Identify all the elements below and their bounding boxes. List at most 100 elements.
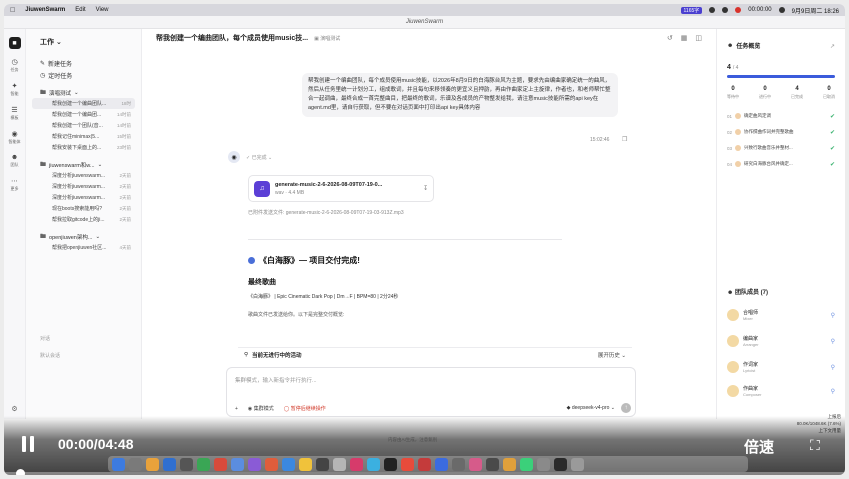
task-item[interactable]: 01 确定曲风定调 ✔ xyxy=(727,108,835,124)
apple-icon[interactable]:  xyxy=(10,7,15,14)
rail-label: 智能 xyxy=(10,91,19,96)
menubar-edit[interactable]: Edit xyxy=(75,7,85,13)
team-member[interactable]: 作曲家 Composer ⚲ xyxy=(727,385,835,397)
expand-history-button[interactable]: 展开历史 ⌄ xyxy=(598,351,626,359)
workspace-switcher[interactable]: 工作 ⌄ xyxy=(40,37,135,47)
chat-tag[interactable]: ▣ 演唱测试 xyxy=(314,35,340,42)
menubar-badge[interactable]: 1165字 xyxy=(680,6,703,14)
dock-app-icon[interactable] xyxy=(180,457,193,471)
dock-app-icon[interactable] xyxy=(129,457,142,471)
layout-icon[interactable]: ▦ xyxy=(681,34,688,42)
dock-app-icon[interactable] xyxy=(299,457,312,471)
lock-icon[interactable]: ⚲ xyxy=(831,364,835,371)
menubar-view[interactable]: View xyxy=(96,7,109,13)
thread-item[interactable]: 深度分析jiuwenswarm... 2天前 xyxy=(32,170,135,181)
settings-icon[interactable]: ⚙ xyxy=(11,405,17,413)
team-member[interactable]: 作词家 Lyricist ⚲ xyxy=(727,361,835,373)
dock-app-icon[interactable] xyxy=(248,457,261,471)
dock-app-icon[interactable] xyxy=(282,457,295,471)
dock-app-icon[interactable] xyxy=(503,457,516,471)
sidebar-group[interactable]: 🖿 openjiuwen架构... ⌄ xyxy=(32,231,135,242)
thread-item[interactable]: 帮我创建一个团队(音... 14时前 xyxy=(32,120,135,131)
dock-app-icon[interactable] xyxy=(401,457,414,471)
sidebar-group[interactable]: 🖿 演唱测试 ⌄ xyxy=(32,87,135,98)
dock-app-icon[interactable] xyxy=(350,457,363,471)
expand-icon[interactable]: ↗ xyxy=(830,43,835,50)
team-member[interactable]: 编曲家 Arranger ⚲ xyxy=(727,335,835,347)
dock-app-icon[interactable] xyxy=(486,457,499,471)
lock-icon[interactable]: ⚲ xyxy=(831,338,835,345)
download-icon[interactable]: ↧ xyxy=(423,185,428,192)
task-item[interactable]: 03 兴致行歌曲音乐并整材... ✔ xyxy=(727,140,835,156)
control-center-icon[interactable] xyxy=(778,7,785,13)
scrubber-knob[interactable] xyxy=(16,469,25,475)
new-task-button[interactable]: ✎ 新建任务 xyxy=(32,57,135,69)
dock-app-icon[interactable] xyxy=(146,457,159,471)
pause-button[interactable] xyxy=(22,436,34,452)
rail-item-tasks[interactable]: ◷ 任务 xyxy=(11,58,19,73)
dock-app-icon[interactable] xyxy=(435,457,448,471)
copy-icon[interactable]: ❐ xyxy=(622,136,627,143)
sidebar-footer-conversation[interactable]: 对话 xyxy=(40,335,50,342)
dock-app-icon[interactable] xyxy=(333,457,346,471)
thread-item[interactable]: 帮我创建一个编曲团队... 18时 xyxy=(32,98,135,109)
wifi-icon[interactable] xyxy=(709,7,716,13)
thread-item[interactable]: 帮我记住minimax(5... 15时前 xyxy=(32,131,135,142)
lock-icon[interactable]: ⚲ xyxy=(831,312,835,319)
status-label: 已完成 xyxy=(251,155,267,161)
fullscreen-icon[interactable]: ⛶ xyxy=(810,437,820,454)
lock-icon[interactable]: ⚲ xyxy=(831,388,835,395)
rail-item-smart[interactable]: ✦ 智能 xyxy=(11,82,19,97)
record-icon[interactable] xyxy=(735,7,742,13)
member-role: Lyricist xyxy=(743,368,756,373)
sidebar-footer-default[interactable]: 默认会话 xyxy=(40,352,60,359)
menubar-datetime[interactable]: 9月9日周二 18:26 xyxy=(792,6,839,15)
dock-app-icon[interactable] xyxy=(537,457,550,471)
thread-item[interactable]: 现在boots搜索能用吗? 2天前 xyxy=(32,203,135,214)
thread-item[interactable]: 深度分析jiuwenswarm... 2天前 xyxy=(32,192,135,203)
dock-app-icon[interactable] xyxy=(197,457,210,471)
sidebar-group[interactable]: 🖿 jiuwenswarm和w... ⌄ xyxy=(32,159,135,170)
thread-item[interactable]: 帮我把openjiuwen社区... 4天前 xyxy=(32,242,135,253)
bluetooth-icon[interactable] xyxy=(722,7,729,13)
cluster-mode-toggle[interactable]: ◉ 集群模式 xyxy=(248,405,274,412)
dock-app-icon[interactable] xyxy=(265,457,278,471)
video-scrubber[interactable] xyxy=(4,472,845,475)
dock-app-icon[interactable] xyxy=(418,457,431,471)
team-member[interactable]: 合唱师 Mixer ⚲ xyxy=(727,309,835,321)
thread-title: 帮我安装下桌面上的... xyxy=(52,145,102,151)
panel-toggle-icon[interactable]: ◫ xyxy=(695,34,702,42)
scheduled-tasks-button[interactable]: ◷ 定时任务 xyxy=(32,69,135,81)
dock-app-icon[interactable] xyxy=(316,457,329,471)
dock-app-icon[interactable] xyxy=(384,457,397,471)
menubar-app-name[interactable]: JiuwenSwarm xyxy=(25,7,65,13)
playback-speed-button[interactable]: 倍速 xyxy=(744,436,774,457)
dock-app-icon[interactable] xyxy=(112,457,125,471)
message-input[interactable]: 集群模式，输入新指令并行执行... + ◉ 集群模式 ◯ 暂停后继续操作 ◆ d… xyxy=(226,367,636,417)
thread-item[interactable]: 深度分析jiuwenswarm... 2天前 xyxy=(32,181,135,192)
rail-item-more[interactable]: ⋯ 更多 xyxy=(11,177,19,192)
dock-app-icon[interactable] xyxy=(231,457,244,471)
music-file-card[interactable]: ♫ generate-music-2-6-2026-08-09T07-19-0.… xyxy=(248,175,434,202)
add-icon[interactable]: + xyxy=(235,406,238,412)
rail-item-agents[interactable]: ◉ 智能体 xyxy=(9,130,21,145)
thread-item[interactable]: 帮我拉取gitcode上的ji... 2天前 xyxy=(32,214,135,225)
thread-item[interactable]: 帮我安装下桌面上的... 23时前 xyxy=(32,142,135,153)
model-selector[interactable]: ◆ deepseek-v4-pro ⌄ xyxy=(567,405,615,411)
dock-app-icon[interactable] xyxy=(214,457,227,471)
dock-app-icon[interactable] xyxy=(452,457,465,471)
dock-app-icon[interactable] xyxy=(520,457,533,471)
dock-app-icon[interactable] xyxy=(554,457,567,471)
share-icon[interactable]: ↺ xyxy=(667,34,673,42)
rail-item-team[interactable]: ☻ 团队 xyxy=(11,154,19,168)
rail-item-templates[interactable]: ☰ 模板 xyxy=(11,106,19,121)
thread-item[interactable]: 帮我创建一个编曲团... 14时前 xyxy=(32,109,135,120)
dock-app-icon[interactable] xyxy=(469,457,482,471)
task-item[interactable]: 02 协作撰曲作词并完整歌曲 ✔ xyxy=(727,124,835,140)
pause-continue-button[interactable]: ◯ 暂停后继续操作 xyxy=(284,405,326,412)
dock-app-icon[interactable] xyxy=(163,457,176,471)
send-button[interactable]: ↑ xyxy=(621,403,631,413)
task-item[interactable]: 04 研究白海豚台风并确定... ✔ xyxy=(727,156,835,172)
dock-app-icon[interactable] xyxy=(367,457,380,471)
dock-trash-icon[interactable] xyxy=(571,457,584,471)
